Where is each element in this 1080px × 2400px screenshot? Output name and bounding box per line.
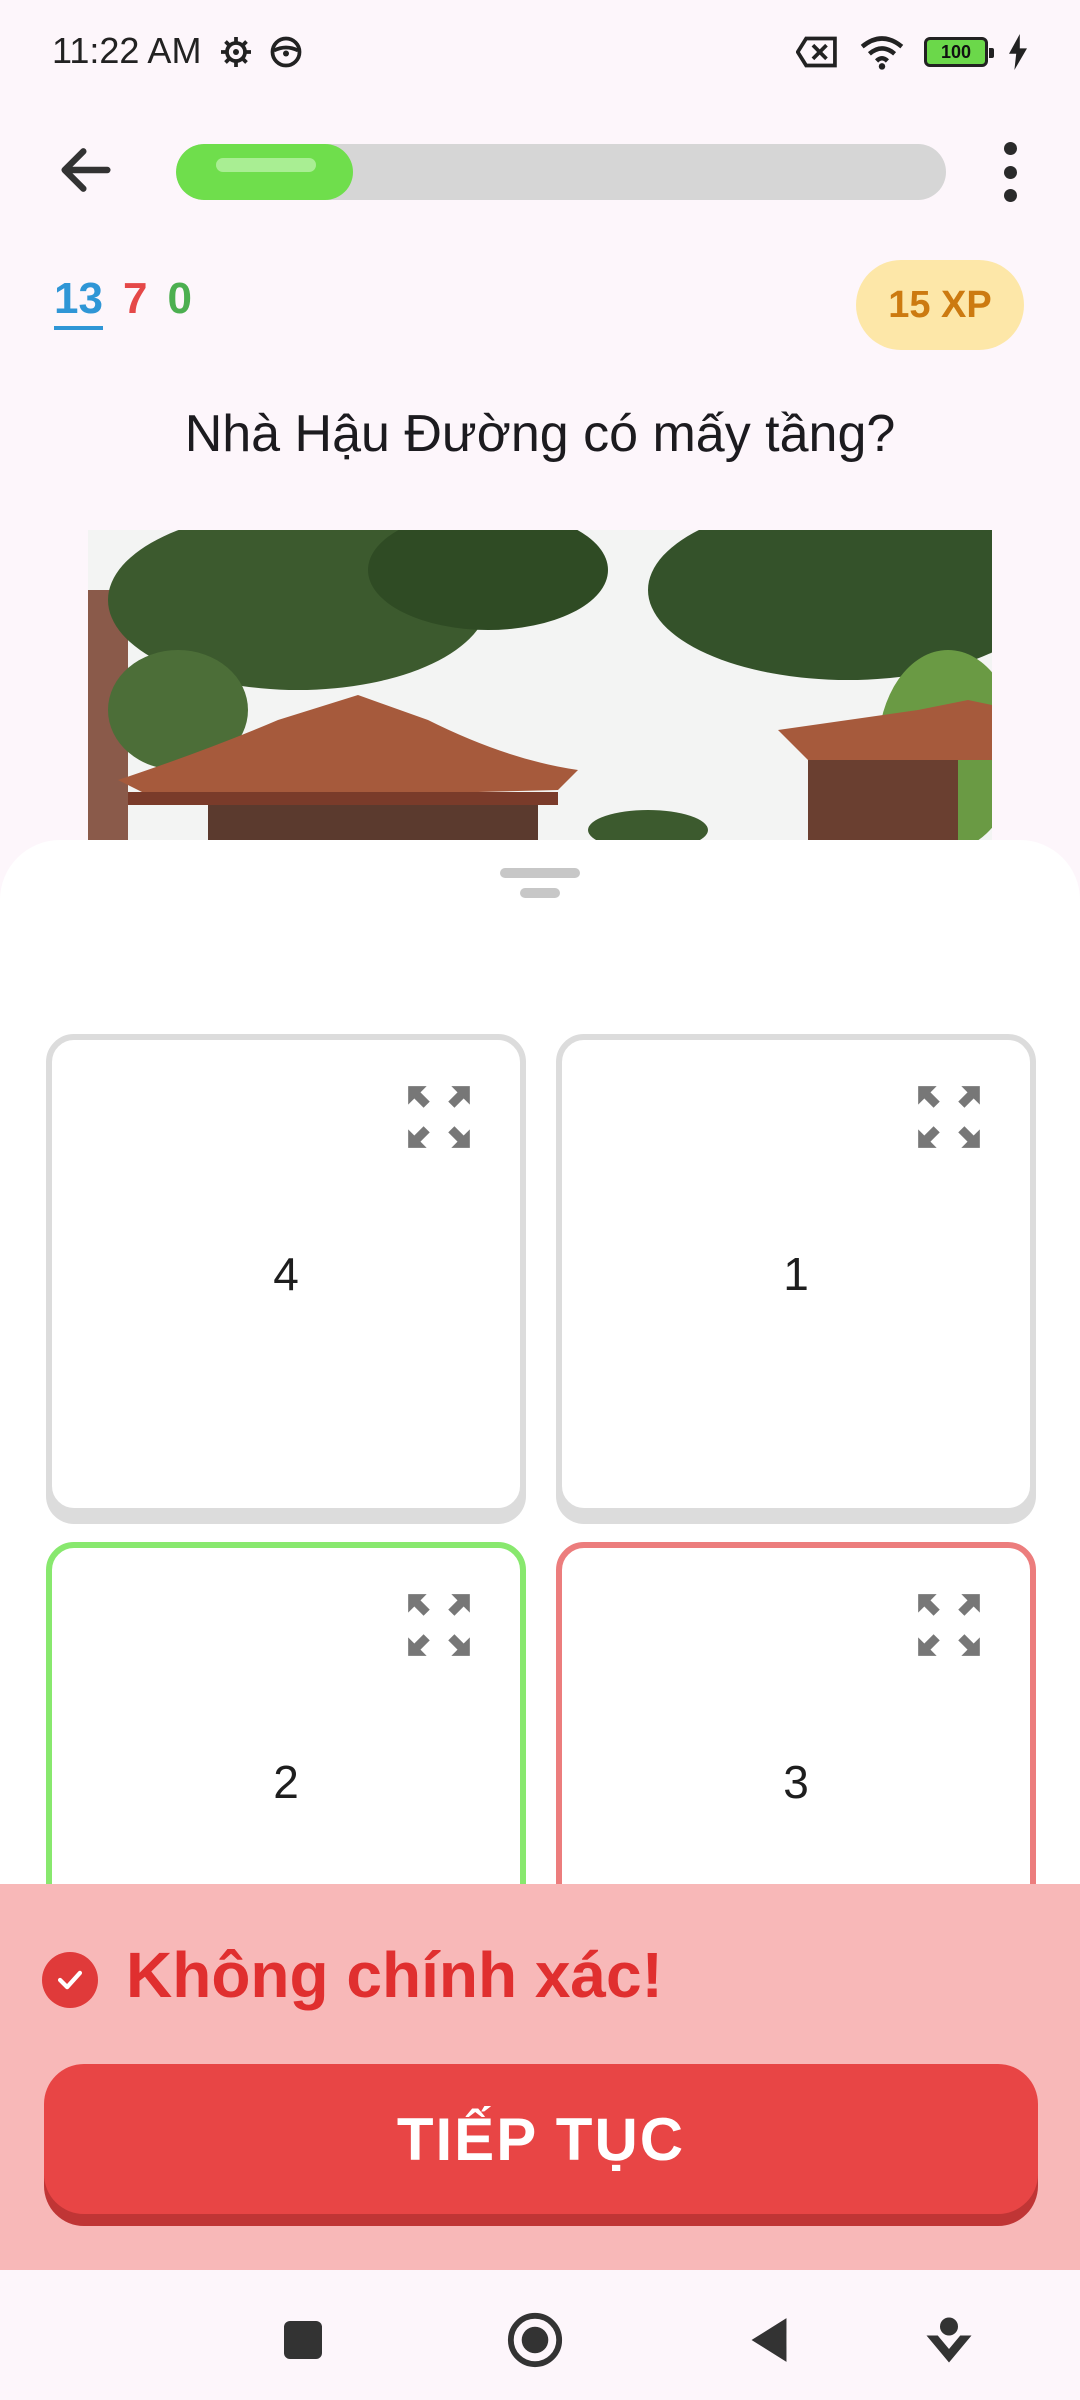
more-options-button[interactable] [986,136,1034,208]
assist-icon[interactable] [914,2305,984,2375]
question-image [88,530,992,840]
status-icons-left [218,34,304,70]
score-red: 7 [122,274,148,323]
status-time: 11:22 AM [52,30,202,71]
question-text: Nhà Hậu Đường có mấy tầng? [184,405,896,463]
xp-badge: 15 XP [856,260,1024,350]
sheet-drag-handle[interactable] [500,868,580,878]
home-circle-icon[interactable] [500,2305,570,2375]
more-vertical-icon [1003,142,1017,155]
more-vertical-icon-dot [1003,165,1017,179]
temple-photo [88,530,992,840]
battery-icon: 100 [924,37,994,67]
progress-shine [216,158,316,172]
answer-option-1[interactable]: 4 [46,1034,526,1514]
status-bar: 11:22 AM 100 [0,0,1080,110]
status-icons-right: 100 [796,34,1028,70]
continue-button[interactable]: TIẾP TỤC [44,2064,1038,2214]
answer-option-label: 4 [273,1248,299,1300]
wifi-icon [860,36,904,70]
charging-icon [1009,34,1027,70]
back-triangle-icon[interactable] [734,2305,804,2375]
score-counters: 13 7 0 [54,274,192,330]
no-sim-icon [796,36,837,68]
battery-level: 100 [940,41,972,62]
steering-icon [270,36,302,68]
more-vertical-icon-dot [1003,189,1017,202]
sheet-drag-handle-inner [520,888,560,898]
check-circle-icon [42,1952,98,2008]
settings-icon [221,37,251,67]
score-blue: 13 [54,274,103,330]
answer-option-2[interactable]: 1 [556,1034,1036,1514]
score-green: 0 [167,274,192,323]
back-button[interactable] [46,130,126,210]
answer-option-label: 1 [783,1248,809,1300]
recents-square-icon[interactable] [268,2305,338,2375]
feedback-message: Không chính xác! [126,1939,663,2011]
progress-fill [176,144,354,200]
arrow-left-icon [61,148,111,192]
lesson-progress-bar [176,144,946,200]
